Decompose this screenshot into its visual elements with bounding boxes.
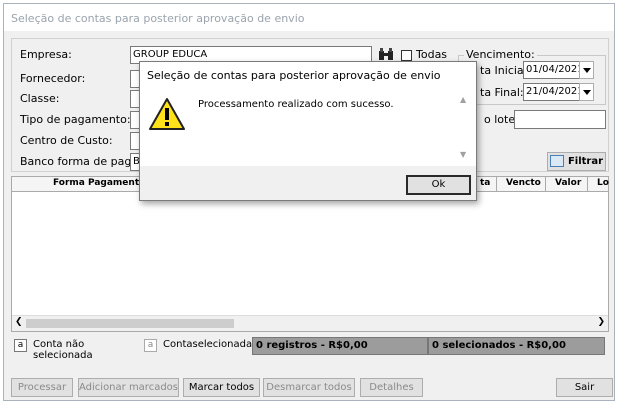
filtrar-label: Filtrar xyxy=(567,156,604,167)
legend-selected-label: Contaselecionada xyxy=(163,339,253,350)
col-forma-pagamento[interactable]: Forma Pagamento xyxy=(53,178,145,188)
window-titlebar: Seleção de contas para posterior aprovaç… xyxy=(4,4,614,31)
filtrar-button[interactable]: Filtrar xyxy=(547,152,606,171)
search-binoculars-icon[interactable] xyxy=(378,48,394,61)
data-final-dropdown[interactable] xyxy=(579,83,594,101)
vencimento-label: Vencimento: xyxy=(464,48,537,61)
lote-field[interactable] xyxy=(514,110,606,129)
col-valor[interactable]: Valor xyxy=(555,178,581,188)
data-inicial-dropdown[interactable] xyxy=(579,61,594,79)
scroll-right-icon[interactable]: ❯ xyxy=(597,317,605,327)
marcar-todos-button[interactable]: Marcar todos xyxy=(183,378,260,397)
col-data[interactable]: ta xyxy=(480,178,490,188)
desmarcar-todos-button[interactable]: Desmarcar todos xyxy=(263,378,355,397)
data-inicial-field[interactable]: 01/04/2021 xyxy=(523,61,587,79)
banco-label: Banco forma de pagto: xyxy=(20,155,147,168)
col-vencto[interactable]: Vencto xyxy=(506,178,541,188)
detalhes-button[interactable]: Detalhes xyxy=(360,378,423,397)
data-final-label: ta Final: xyxy=(480,86,524,99)
scroll-left-icon[interactable]: ❮ xyxy=(15,317,23,327)
dialog-body: Processamento realizado com sucesso. ▲ ▼ xyxy=(140,87,476,166)
processar-button[interactable]: Processar xyxy=(11,378,73,397)
registros-total: 0 registros - R$0,00 xyxy=(252,337,428,355)
empresa-label: Empresa: xyxy=(20,48,72,61)
chevron-down-icon xyxy=(582,68,591,73)
message-dialog: Seleção de contas para posterior aprovaç… xyxy=(139,61,477,201)
legend-selected-swatch: a xyxy=(144,339,157,352)
window-title: Seleção de contas para posterior aprovaç… xyxy=(11,12,305,25)
todas-label: Todas xyxy=(416,48,448,61)
tipo-pagamento-label: Tipo de pagamento: xyxy=(20,113,131,126)
fornecedor-label: Fornecedor: xyxy=(20,72,86,85)
selecionados-total: 0 selecionados - R$0,00 xyxy=(428,337,605,355)
grid-horizontal-scrollbar[interactable]: ❮ ❯ xyxy=(12,315,608,331)
dialog-titlebar: Seleção de contas para posterior aprovaç… xyxy=(140,62,476,88)
scrollbar-thumb[interactable] xyxy=(26,319,234,328)
filter-icon xyxy=(549,155,564,167)
dialog-title: Seleção de contas para posterior aprovaç… xyxy=(147,69,441,82)
ok-button[interactable]: Ok xyxy=(406,175,471,195)
todas-checkbox[interactable] xyxy=(401,50,412,61)
sair-button[interactable]: Sair xyxy=(556,378,613,397)
legend-unselected-swatch: a xyxy=(14,339,27,352)
scroll-down-icon[interactable]: ▼ xyxy=(460,150,466,159)
dialog-message: Processamento realizado com sucesso. xyxy=(198,99,394,110)
centro-custo-label: Centro de Custo: xyxy=(20,134,113,147)
col-lote[interactable]: Lo xyxy=(597,178,609,188)
dialog-message-scrollbar[interactable]: ▲ ▼ xyxy=(460,95,472,159)
adicionar-marcados-button[interactable]: Adicionar marcados xyxy=(78,378,179,397)
scroll-up-icon[interactable]: ▲ xyxy=(460,95,466,104)
legend-unselected-label: Conta não selecionada xyxy=(33,339,93,361)
chevron-down-icon xyxy=(582,90,591,95)
warning-icon xyxy=(148,97,186,131)
data-final-field[interactable]: 21/04/2021 xyxy=(523,83,587,101)
classe-label: Classe: xyxy=(20,92,60,105)
